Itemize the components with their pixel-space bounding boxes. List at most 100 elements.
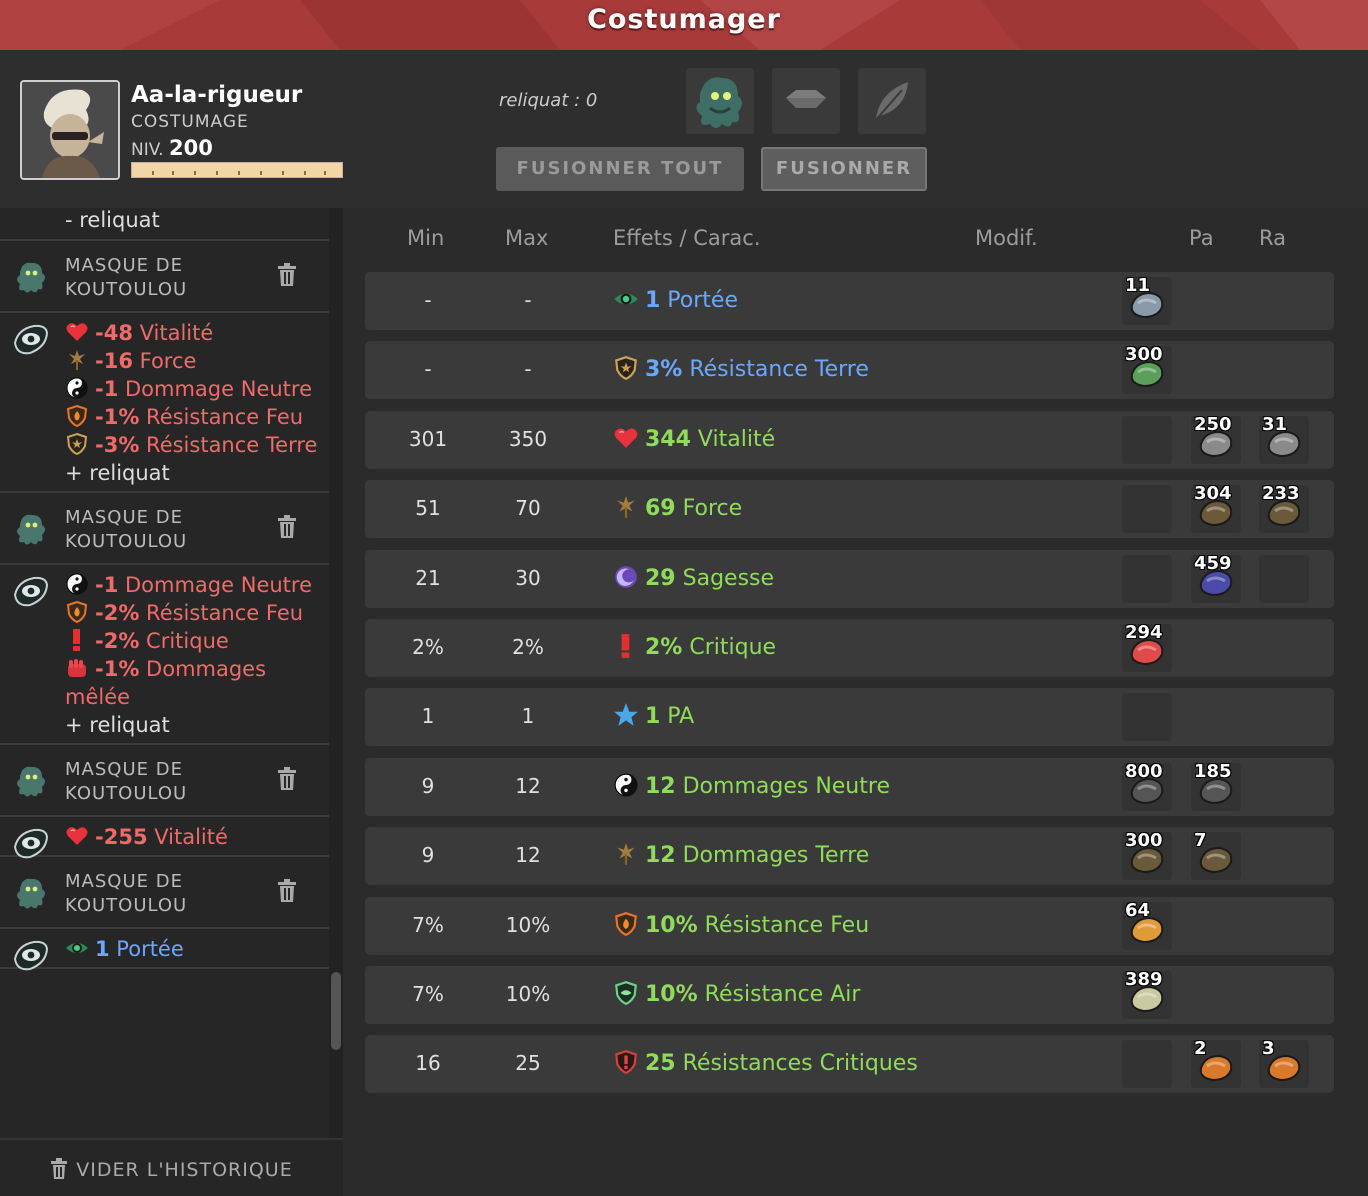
effect-min: 51 xyxy=(415,496,441,520)
rune-icon xyxy=(12,321,50,359)
effect-value: -16 xyxy=(95,349,133,373)
history-effect-line: -1 Dommage Neutre xyxy=(65,571,329,599)
rune-pa-cell[interactable]: 250 xyxy=(1191,414,1241,464)
rune-ba-cell[interactable]: 11 xyxy=(1122,275,1172,325)
force-icon xyxy=(613,494,639,520)
effect-max: 10% xyxy=(505,913,551,937)
delete-history-item-button[interactable] xyxy=(277,767,297,791)
rune-ra-cell[interactable]: 233 xyxy=(1259,483,1309,533)
delete-history-item-button[interactable] xyxy=(277,879,297,903)
history-item: MASQUE DE KOUTOULOU xyxy=(0,493,329,565)
rune-ba-cell[interactable]: 800 xyxy=(1122,761,1172,811)
history-effect-line: 1 Portée xyxy=(65,935,329,963)
item-slot-feather[interactable] xyxy=(858,68,926,134)
rune-ba-cell[interactable]: 389 xyxy=(1122,969,1172,1019)
effect-min: 1 xyxy=(421,704,435,728)
rune-ra-cell[interactable]: 3 xyxy=(1259,1038,1309,1088)
rune-ba-cell[interactable] xyxy=(1122,693,1172,741)
title-bar: Costumager xyxy=(0,0,1368,50)
rune-quantity: 185 xyxy=(1194,761,1232,782)
effect-label: 12 Dommages Neutre xyxy=(613,772,890,799)
rune-ba-cell[interactable] xyxy=(1122,555,1172,603)
effect-name: Force xyxy=(675,496,743,521)
effect-current-value: 3% xyxy=(645,357,683,382)
delete-history-item-button[interactable] xyxy=(277,263,297,287)
rune-ba-cell[interactable]: 300 xyxy=(1122,344,1172,394)
history-item-name: MASQUE DE KOUTOULOU xyxy=(65,507,188,552)
rune-ba-cell[interactable] xyxy=(1122,485,1172,533)
history-item: MASQUE DE KOUTOULOU xyxy=(0,241,329,313)
history-effect-line: -255 Vitalité xyxy=(65,823,329,851)
rune-pa-cell[interactable]: 459 xyxy=(1191,553,1241,603)
history-effect-line: -1% Résistance Feu xyxy=(65,403,329,431)
koutoulou-mask-icon xyxy=(12,761,50,799)
rune-pa-cell[interactable]: 185 xyxy=(1191,761,1241,811)
effect-current-value: 29 xyxy=(645,566,676,591)
effect-row: 16 25 25 Résistances Critiques 2 3 xyxy=(365,1035,1334,1093)
effect-label: 10% Résistance Feu xyxy=(613,911,869,938)
history-effects: 1 Portée xyxy=(0,929,329,971)
rune-quantity: 300 xyxy=(1125,830,1163,851)
col-modif: Modif. xyxy=(975,226,1038,250)
clear-history-button[interactable]: VIDER L'HISTORIQUE xyxy=(0,1138,343,1196)
item-slot-mask[interactable] xyxy=(686,68,754,134)
effect-max: 12 xyxy=(515,774,541,798)
rune-pa-cell[interactable]: 7 xyxy=(1191,830,1241,880)
effect-min: 7% xyxy=(412,913,444,937)
effect-value: -2% xyxy=(95,601,140,625)
heart-icon xyxy=(65,320,89,344)
effect-row: 21 30 29 Sagesse 459 xyxy=(365,550,1334,608)
history-scrollbar[interactable] xyxy=(329,208,343,1138)
costumager-window: Costumager Aa-la-rigueur COSTUMAGE NIV. … xyxy=(0,0,1368,1196)
effect-value: 1 xyxy=(95,937,110,961)
scrollbar-thumb[interactable] xyxy=(331,972,341,1050)
koutoulou-mask-icon xyxy=(12,873,50,911)
rune-ba-cell[interactable]: 294 xyxy=(1122,622,1172,672)
rune-ra-cell[interactable]: 31 xyxy=(1259,414,1309,464)
merge-button[interactable]: FUSIONNER xyxy=(761,147,927,191)
delete-history-item-button[interactable] xyxy=(277,515,297,539)
history-list: - reliquat MASQUE DE KOUTOULOU -48 Vitali… xyxy=(0,208,329,1138)
effect-current-value: 12 xyxy=(645,774,676,799)
rune-quantity: 11 xyxy=(1125,275,1151,296)
effect-label: Vitalité xyxy=(147,825,228,849)
effect-label: 25 Résistances Critiques xyxy=(613,1049,918,1076)
effect-current-value: 1 xyxy=(645,288,661,313)
rune-ba-cell[interactable] xyxy=(1122,416,1172,464)
effect-row: - - 1 Portée 11 xyxy=(365,272,1334,330)
koutoulou-mask-icon xyxy=(12,257,50,295)
merge-all-button[interactable]: FUSIONNER TOUT xyxy=(496,147,744,191)
effect-label: Dommage Neutre xyxy=(118,573,312,597)
eye-icon xyxy=(613,286,639,312)
effect-label: 29 Sagesse xyxy=(613,564,774,591)
effect-current-value: 1 xyxy=(645,704,661,729)
rune-ba-cell[interactable]: 64 xyxy=(1122,900,1172,950)
effect-name: Dommages Terre xyxy=(675,843,870,868)
effect-max: 10% xyxy=(505,982,551,1006)
neutral-icon xyxy=(65,376,89,400)
rune-ba-cell[interactable] xyxy=(1122,1040,1172,1088)
effect-name: Résistance Terre xyxy=(682,357,869,382)
rune-quantity: 7 xyxy=(1194,830,1207,851)
force-icon xyxy=(613,841,639,867)
rune-quantity: 800 xyxy=(1125,761,1163,782)
history-effect-line: -1% Dommages mêlée xyxy=(65,655,329,711)
item-slot-rune[interactable] xyxy=(772,68,840,134)
effect-value: -255 xyxy=(95,825,148,849)
rune-pa-cell[interactable]: 304 xyxy=(1191,483,1241,533)
rune-icon xyxy=(12,937,50,975)
character-level: NIV. 200 xyxy=(131,136,213,160)
character-mode: COSTUMAGE xyxy=(131,112,249,132)
effect-name: Vitalité xyxy=(690,427,776,452)
crit-icon xyxy=(613,633,639,659)
history-item: MASQUE DE KOUTOULOU xyxy=(0,857,329,929)
effect-current-value: 12 xyxy=(645,843,676,868)
reliquat-counter: reliquat : 0 xyxy=(499,90,598,111)
rune-pa-cell[interactable]: 2 xyxy=(1191,1038,1241,1088)
rune-ra-cell[interactable] xyxy=(1259,555,1309,603)
effect-value: -1% xyxy=(95,405,140,429)
rune-ba-cell[interactable]: 300 xyxy=(1122,830,1172,880)
history-effect-line: -48 Vitalité xyxy=(65,319,329,347)
xp-bar xyxy=(131,162,343,178)
history-effects: -48 Vitalité -16 Force -1 Dommage Neutre -1… xyxy=(0,313,329,493)
